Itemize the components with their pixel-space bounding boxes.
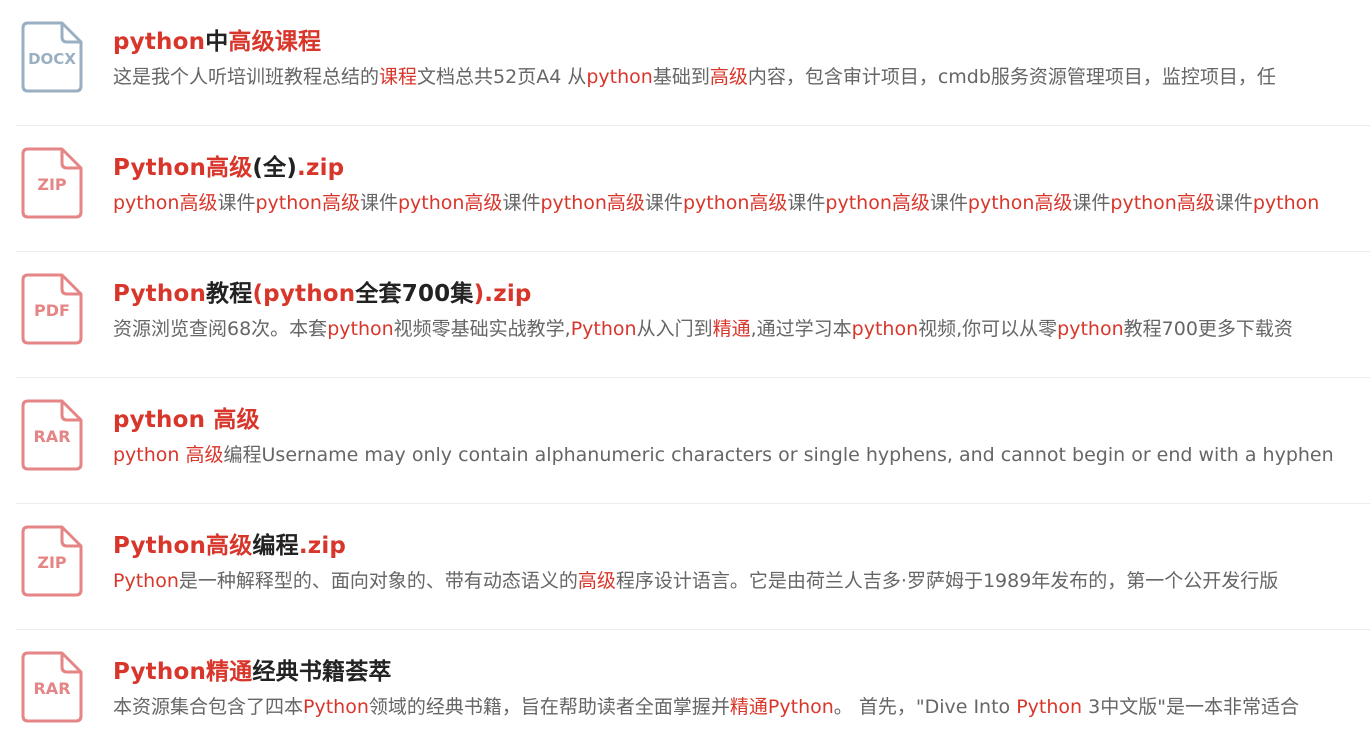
desc-text: 课件 bbox=[359, 192, 398, 214]
desc-text: 是一种解释型的、面向对象的、带有动态语义的 bbox=[178, 570, 578, 592]
title-highlight: Python精通 bbox=[113, 659, 253, 685]
result-title-link[interactable]: Python高级(全).zip bbox=[113, 148, 344, 182]
title-highlight: .zip bbox=[297, 155, 345, 181]
desc-text: 内容，包含审计项目，cmdb服务资源管理项目，监控项目，任 bbox=[747, 66, 1276, 88]
desc-highlight: python 高级 bbox=[113, 444, 224, 466]
title-highlight: Python高级 bbox=[113, 155, 253, 181]
desc-highlight: python bbox=[1057, 318, 1124, 340]
desc-highlight: python高级 bbox=[397, 192, 503, 214]
result-description: 本资源集合包含了四本Python领域的经典书籍，旨在帮助读者全面掌握并精通Pyt… bbox=[113, 692, 1299, 719]
desc-text: 文档总共52页A4 从 bbox=[417, 66, 587, 88]
desc-highlight: Python bbox=[767, 696, 834, 718]
desc-text: 。 首先，"Dive Into bbox=[833, 696, 1017, 718]
title-text: 全套700集 bbox=[355, 281, 474, 307]
zip-file-icon[interactable]: ZIP bbox=[20, 146, 84, 220]
result-item[interactable]: RAR Python精通经典书籍荟萃 本资源集合包含了四本Python领域的经典书籍… bbox=[16, 630, 1370, 755]
result-title-link[interactable]: Python高级编程.zip bbox=[113, 526, 346, 560]
title-highlight: Python高级 bbox=[113, 533, 253, 559]
title-highlight: Python bbox=[113, 281, 207, 307]
result-item[interactable]: DOCX python中高级课程 这是我个人听培训班教程总结的课程文档总共52页A4… bbox=[16, 0, 1370, 126]
title-highlight: (python bbox=[252, 281, 356, 307]
file-type-label: ZIP bbox=[37, 175, 67, 194]
desc-highlight: python高级 bbox=[540, 192, 645, 214]
desc-highlight: Python bbox=[570, 318, 637, 340]
rar-file-icon[interactable]: RAR bbox=[20, 398, 84, 472]
result-item[interactable]: ZIP Python高级(全).zip python高级课件python高级课件py… bbox=[16, 126, 1370, 252]
title-highlight: python bbox=[113, 29, 206, 55]
desc-highlight: Python bbox=[113, 570, 179, 592]
desc-highlight: python bbox=[1252, 192, 1320, 214]
desc-highlight: 高级 bbox=[577, 570, 616, 592]
desc-highlight: 精通 bbox=[729, 696, 768, 718]
desc-highlight: python高级 bbox=[825, 192, 930, 214]
title-text: 教程 bbox=[206, 281, 253, 307]
title-text: (全) bbox=[252, 155, 298, 181]
docx-file-icon[interactable]: DOCX bbox=[20, 20, 84, 94]
desc-highlight: 精通 bbox=[712, 318, 751, 340]
title-text: 中 bbox=[205, 29, 229, 55]
result-description: 资源浏览查阅68次。本套python视频零基础实战教学,Python从入门到精通… bbox=[113, 314, 1293, 341]
desc-text: 从入门到 bbox=[636, 318, 713, 340]
desc-text: 课件 bbox=[1072, 192, 1111, 214]
file-type-label: RAR bbox=[33, 427, 70, 446]
desc-highlight: python高级 bbox=[113, 192, 218, 214]
desc-text: 编程Username may only contain alphanumeric… bbox=[223, 444, 1334, 466]
desc-text: 课件 bbox=[644, 192, 683, 214]
desc-text: 视频零基础实战教学, bbox=[393, 318, 571, 340]
result-description: 这是我个人听培训班教程总结的课程文档总共52页A4 从python基础到高级内容… bbox=[113, 62, 1276, 89]
desc-text: 课件 bbox=[1214, 192, 1253, 214]
result-description: Python是一种解释型的、面向对象的、带有动态语义的高级程序设计语言。它是由荷… bbox=[113, 566, 1278, 593]
desc-text: 教程700更多下载资 bbox=[1123, 318, 1293, 340]
desc-highlight: python bbox=[327, 318, 394, 340]
result-title-link[interactable]: python 高级 bbox=[113, 400, 260, 434]
desc-highlight: python高级 bbox=[255, 192, 360, 214]
desc-text: 课件 bbox=[929, 192, 968, 214]
desc-highlight: Python bbox=[303, 696, 369, 718]
result-description: python 高级编程Username may only contain alp… bbox=[113, 440, 1334, 467]
result-title-link[interactable]: python中高级课程 bbox=[113, 22, 321, 56]
title-text: 经典书籍荟萃 bbox=[252, 659, 392, 685]
result-title-link[interactable]: Python精通经典书籍荟萃 bbox=[113, 652, 392, 686]
desc-text: 课件 bbox=[217, 192, 256, 214]
desc-text: 视频,你可以从零 bbox=[918, 318, 1058, 340]
zip-file-icon[interactable]: ZIP bbox=[20, 524, 84, 598]
desc-highlight: python高级 bbox=[682, 192, 788, 214]
title-highlight: .zip bbox=[298, 533, 347, 559]
title-highlight: python 高级 bbox=[113, 407, 260, 433]
rar-file-icon[interactable]: RAR bbox=[20, 650, 84, 724]
title-highlight: 高级课程 bbox=[228, 29, 322, 55]
result-item[interactable]: ZIP Python高级编程.zip Python是一种解释型的、面向对象的、带有动… bbox=[16, 504, 1370, 630]
file-type-label: ZIP bbox=[37, 553, 67, 572]
desc-text: ,通过学习本 bbox=[750, 318, 852, 340]
file-type-label: PDF bbox=[34, 301, 70, 320]
desc-text: 课件 bbox=[502, 192, 541, 214]
desc-text: 程序设计语言。它是由荷兰人吉多·罗萨姆于1989年发布的，第一个公开发行版 bbox=[615, 570, 1279, 592]
desc-text: 课件 bbox=[787, 192, 826, 214]
desc-text: 基础到 bbox=[652, 66, 710, 88]
desc-highlight: python高级 bbox=[1110, 192, 1215, 214]
result-item[interactable]: PDF Python教程(python全套700集).zip 资源浏览查阅68次。本… bbox=[16, 252, 1370, 378]
desc-highlight: Python bbox=[1016, 696, 1083, 718]
desc-text: 3中文版"是一本非常适合 bbox=[1082, 696, 1299, 718]
file-type-label: RAR bbox=[33, 679, 70, 698]
desc-text: 本资源集合包含了四本 bbox=[113, 696, 304, 718]
desc-highlight: python高级 bbox=[967, 192, 1073, 214]
desc-highlight: 高级 bbox=[709, 66, 748, 88]
title-text: 编程 bbox=[252, 533, 299, 559]
desc-highlight: python bbox=[586, 66, 653, 88]
file-type-label: DOCX bbox=[28, 50, 76, 68]
desc-highlight: 课程 bbox=[379, 66, 418, 88]
desc-text: 领域的经典书籍，旨在帮助读者全面掌握并 bbox=[368, 696, 730, 718]
result-item[interactable]: RAR python 高级 python 高级编程Username may only… bbox=[16, 378, 1370, 504]
result-description: python高级课件python高级课件python高级课件python高级课件… bbox=[113, 188, 1319, 215]
title-highlight: ).zip bbox=[473, 281, 532, 307]
search-results-list: DOCX python中高级课程 这是我个人听培训班教程总结的课程文档总共52页A4… bbox=[0, 0, 1370, 755]
desc-text: 这是我个人听培训班教程总结的 bbox=[113, 66, 380, 88]
desc-highlight: python bbox=[851, 318, 919, 340]
result-title-link[interactable]: Python教程(python全套700集).zip bbox=[113, 274, 532, 308]
pdf-file-icon[interactable]: PDF bbox=[20, 272, 84, 346]
desc-text: 资源浏览查阅68次。本套 bbox=[113, 318, 328, 340]
